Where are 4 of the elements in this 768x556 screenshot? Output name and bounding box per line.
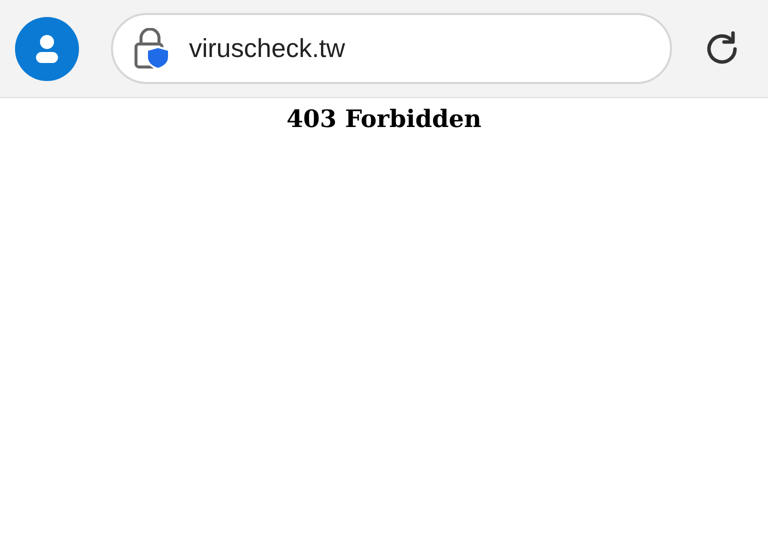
- lock-shield-icon[interactable]: [133, 28, 171, 70]
- url-text: viruscheck.tw: [189, 32, 346, 65]
- page-heading: 403 Forbidden: [286, 103, 482, 135]
- address-field[interactable]: viruscheck.tw: [111, 13, 672, 84]
